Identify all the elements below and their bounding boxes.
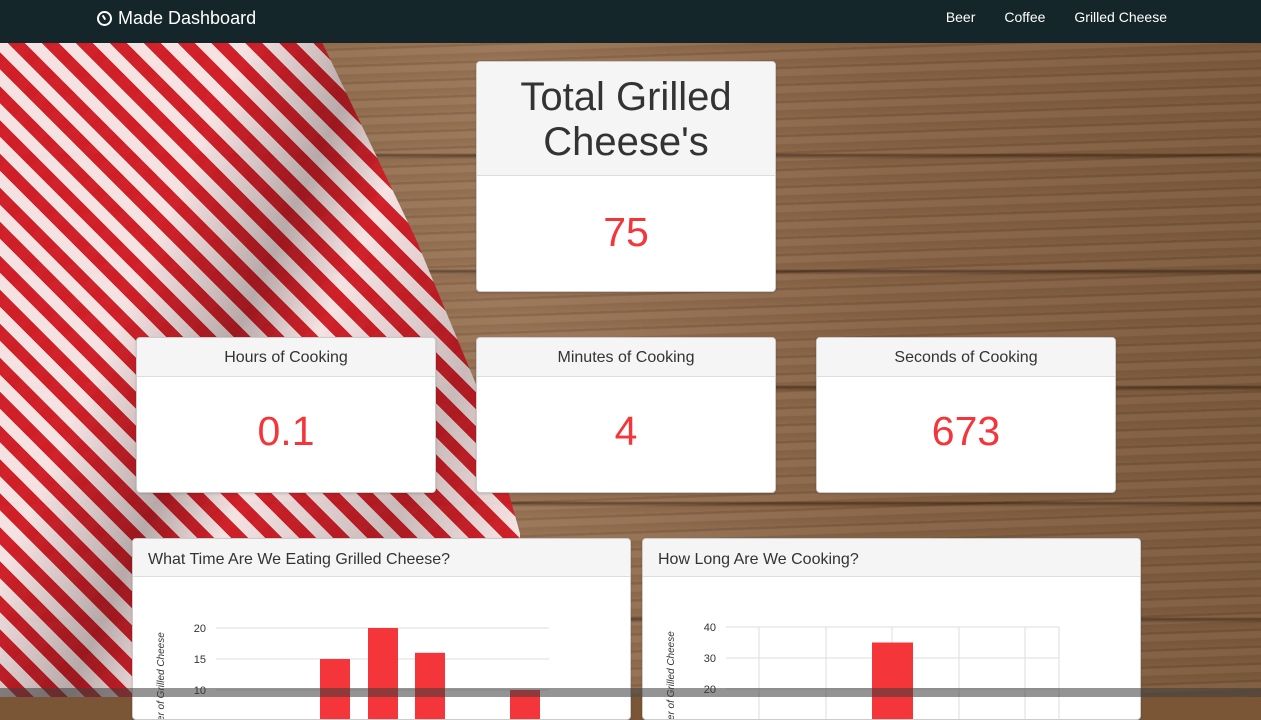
bar[interactable]: [368, 628, 398, 719]
nav-links: Beer Coffee Grilled Cheese: [946, 0, 1167, 34]
brand-link[interactable]: Made Dashboard: [97, 0, 256, 37]
y-tick-label: 30: [704, 653, 716, 665]
dashboard-gauge-icon: [97, 11, 112, 26]
minutes-panel: Minutes of Cooking 4: [476, 337, 776, 493]
seconds-panel: Seconds of Cooking 673: [816, 337, 1116, 493]
navbar: Made Dashboard Beer Coffee Grilled Chees…: [0, 0, 1261, 43]
minutes-title: Minutes of Cooking: [477, 338, 775, 377]
y-axis-label: Number of Grilled Cheese: [156, 632, 167, 719]
bar[interactable]: [872, 642, 913, 720]
seconds-value: 673: [931, 408, 1001, 454]
hours-value: 0.1: [257, 408, 315, 454]
cook-chart: 203040Number of Grilled Cheese: [666, 622, 1060, 720]
y-tick-label: 15: [194, 654, 206, 666]
y-tick-label: 40: [704, 622, 716, 634]
y-tick-label: 20: [194, 623, 206, 635]
nav-beer[interactable]: Beer: [946, 9, 976, 25]
total-panel: Total Grilled Cheese's 75: [476, 61, 776, 292]
y-axis-label: Number of Grilled Cheese: [666, 631, 677, 719]
hours-title: Hours of Cooking: [137, 338, 435, 377]
time-chart-title: What Time Are We Eating Grilled Cheese?: [133, 539, 630, 577]
total-value: 75: [603, 209, 649, 255]
bottom-bar: [0, 688, 1261, 697]
hours-panel: Hours of Cooking 0.1: [136, 337, 436, 493]
bar[interactable]: [415, 652, 445, 719]
minutes-value: 4: [614, 408, 638, 454]
cook-chart-title: How Long Are We Cooking?: [643, 539, 1140, 577]
nav-coffee[interactable]: Coffee: [1004, 9, 1045, 25]
time-chart: 101520Number of Grilled Cheese: [156, 623, 549, 719]
brand-label: Made Dashboard: [118, 8, 257, 28]
total-title: Total Grilled Cheese's: [477, 62, 775, 176]
seconds-title: Seconds of Cooking: [817, 338, 1115, 377]
nav-grilled-cheese[interactable]: Grilled Cheese: [1074, 9, 1167, 25]
